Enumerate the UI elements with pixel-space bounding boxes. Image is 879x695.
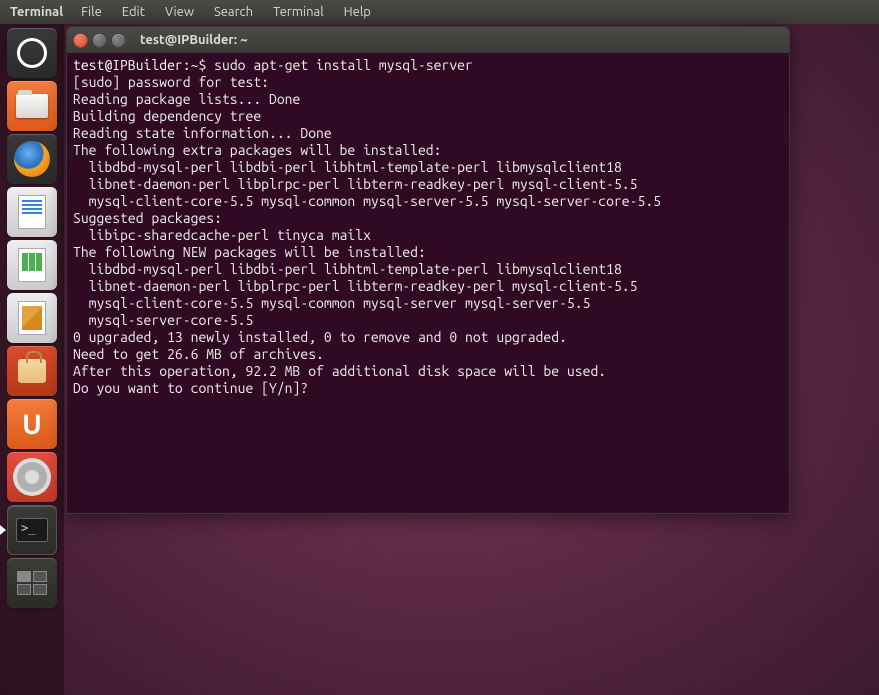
impress-doc-icon [18,301,46,335]
launcher-impress-icon[interactable] [7,293,57,343]
launcher-writer-icon[interactable] [7,187,57,237]
shopping-bag-icon [18,359,46,383]
menu-search[interactable]: Search [204,5,263,19]
menu-help[interactable]: Help [334,5,381,19]
term-line: mysql-client-core-5.5 mysql-common mysql… [73,295,590,311]
ubuntu-logo-icon [17,38,47,68]
menubar-app-name: Terminal [2,5,71,19]
term-line: 0 upgraded, 13 newly installed, 0 to rem… [73,329,567,345]
window-maximize-button[interactable] [111,33,126,48]
term-line: [sudo] password for test: [73,74,269,90]
launcher-software-center-icon[interactable] [7,346,57,396]
launcher-ubuntu-one-icon[interactable]: U [7,399,57,449]
menu-file[interactable]: File [71,5,112,19]
menu-terminal[interactable]: Terminal [263,5,334,19]
prompt-suffix: $ [198,57,206,73]
term-line: After this operation, 92.2 MB of additio… [73,363,606,379]
firefox-icon [14,141,50,177]
calc-doc-icon [18,248,46,282]
launcher-settings-icon[interactable] [7,452,57,502]
terminal-titlebar[interactable]: test@IPBuilder: ~ [67,27,789,53]
writer-doc-icon [18,195,46,229]
term-line: Reading package lists... Done [73,91,300,107]
launcher-dash-icon[interactable] [7,28,57,78]
terminal-output[interactable]: test@IPBuilder:~$ sudo apt-get install m… [67,53,789,513]
window-minimize-button[interactable] [92,33,107,48]
launcher-firefox-icon[interactable] [7,134,57,184]
gear-icon [17,462,47,492]
launcher-terminal-icon[interactable] [7,505,57,555]
folder-icon [16,94,48,118]
term-line: libipc-sharedcache-perl tinyca mailx [73,227,371,243]
terminal-window: test@IPBuilder: ~ test@IPBuilder:~$ sudo… [66,26,790,514]
term-line: mysql-client-core-5.5 mysql-common mysql… [73,193,661,209]
menu-view[interactable]: View [155,5,204,19]
window-close-button[interactable] [73,33,88,48]
terminal-icon [16,518,48,542]
term-line: The following extra packages will be ins… [73,142,441,158]
command-text: sudo apt-get install mysql-server [214,57,473,73]
menu-edit[interactable]: Edit [112,5,155,19]
term-line: Do you want to continue [Y/n]? [73,380,308,396]
term-line: mysql-server-core-5.5 [73,312,253,328]
prompt-user-host: test@IPBuilder [73,57,183,73]
terminal-window-title: test@IPBuilder: ~ [140,33,248,47]
unity-launcher: U [0,24,64,695]
term-line: Suggested packages: [73,210,222,226]
launcher-files-icon[interactable] [7,81,57,131]
launcher-workspace-switcher-icon[interactable] [7,558,57,608]
term-line: The following NEW packages will be insta… [73,244,426,260]
term-line: Reading state information... Done [73,125,332,141]
global-menubar: Terminal File Edit View Search Terminal … [0,0,879,24]
term-line: libdbd-mysql-perl libdbi-perl libhtml-te… [73,159,622,175]
active-app-indicator-icon [0,525,6,535]
term-line: libnet-daemon-perl libplrpc-perl libterm… [73,176,637,192]
launcher-calc-icon[interactable] [7,240,57,290]
term-line: Building dependency tree [73,108,261,124]
term-line: libdbd-mysql-perl libdbi-perl libhtml-te… [73,261,622,277]
term-line: Need to get 26.6 MB of archives. [73,346,324,362]
term-line: libnet-daemon-perl libplrpc-perl libterm… [73,278,637,294]
workspace-grid-icon [17,571,47,595]
ubuntu-one-glyph-icon: U [22,409,42,440]
